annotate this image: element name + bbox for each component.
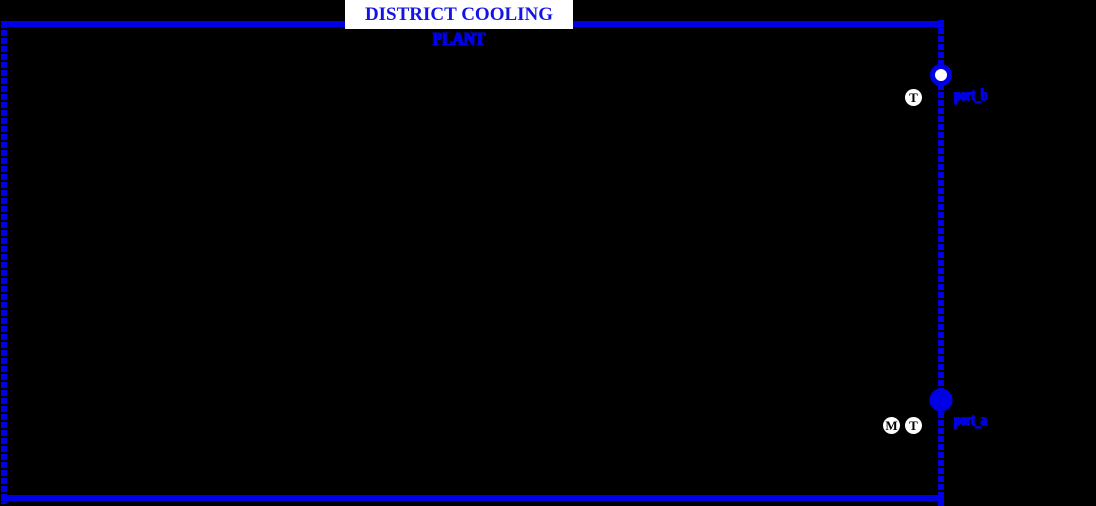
port-b-connector[interactable] — [930, 64, 952, 86]
temperature-sensor-bottom-icon: T — [905, 417, 922, 434]
port-a-connector[interactable] — [929, 388, 953, 412]
component-title-line-2: PLANT — [432, 29, 486, 50]
component-icon-svg — [1, 20, 953, 506]
mass-flow-sensor-bottom-icon: M — [883, 417, 900, 434]
component-title-line-1: DISTRICT COOLING — [364, 4, 554, 25]
temperature-sensor-top-icon: T — [905, 89, 922, 106]
port-a-label: port_a — [954, 410, 987, 429]
diagram-canvas: DISTRICT COOLING PLANT port_b port_a T M… — [0, 0, 1096, 506]
port-b-label: port_b — [954, 85, 988, 104]
